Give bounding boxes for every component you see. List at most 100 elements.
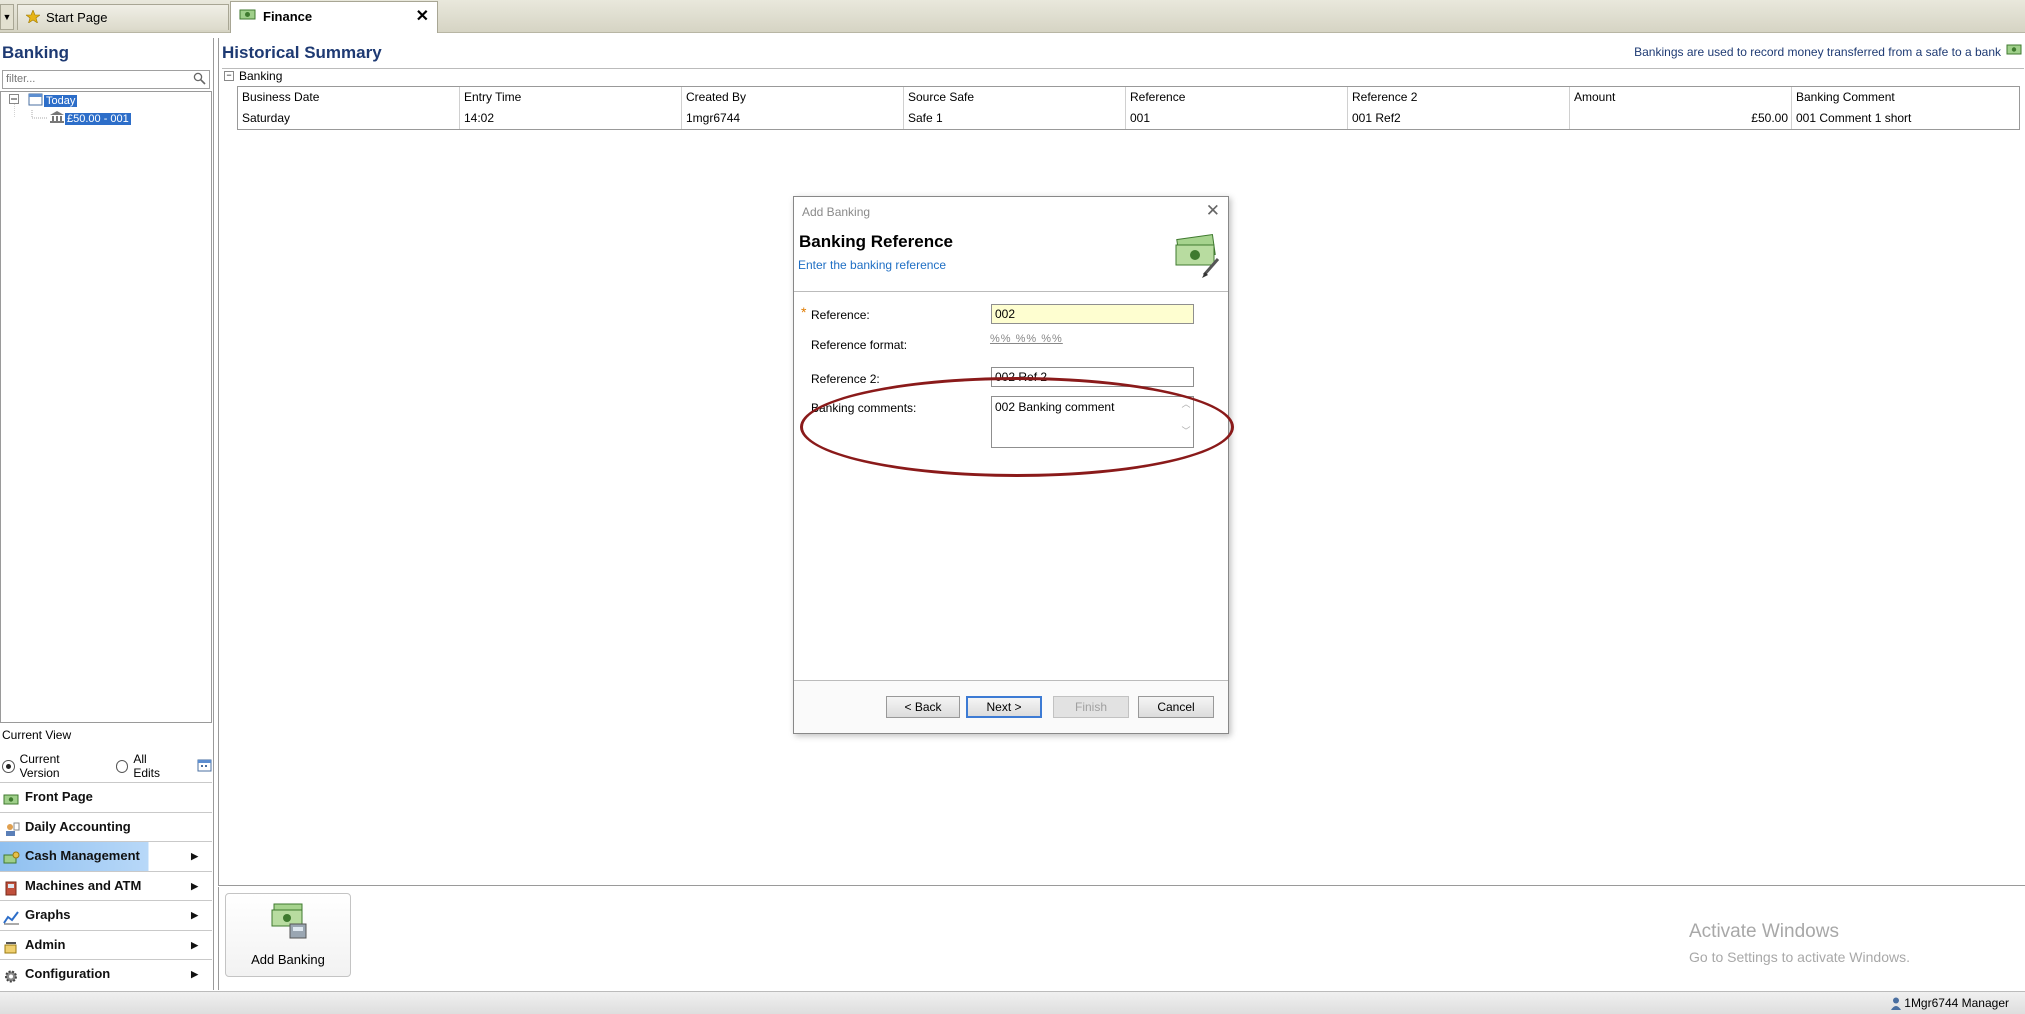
- required-indicator: *: [801, 304, 807, 320]
- view-radio-group: Current Version All Edits: [2, 752, 213, 780]
- dialog-close-icon[interactable]: ✕: [1206, 201, 1220, 221]
- filter-input[interactable]: filter...: [2, 70, 210, 89]
- collapse-icon[interactable]: −: [224, 71, 234, 81]
- table-row[interactable]: Saturday 14:02 1mgr6744 Safe 1 001 001 R…: [238, 108, 2019, 129]
- cell-source-safe: Safe 1: [904, 108, 1126, 129]
- banking-comments-label: Banking comments:: [811, 401, 917, 415]
- cell-banking-comment: 001 Comment 1 short: [1796, 111, 1912, 125]
- action-ribbon: Add Banking Activate Windows Go to Setti…: [218, 887, 2025, 990]
- add-banking-button[interactable]: Add Banking: [225, 893, 351, 977]
- back-button[interactable]: < Back: [886, 696, 960, 718]
- dialog-header: Banking Reference Enter the banking refe…: [794, 227, 1228, 292]
- atm-icon: [3, 878, 20, 895]
- nav-daily-accounting[interactable]: Daily Accounting: [0, 811, 212, 842]
- column-header[interactable]: Entry Time: [460, 87, 682, 108]
- nav-admin[interactable]: Admin ▶: [0, 929, 212, 960]
- dialog-heading: Banking Reference: [799, 232, 953, 251]
- add-banking-label: Add Banking: [251, 952, 325, 967]
- column-header[interactable]: Reference 2: [1348, 87, 1570, 108]
- column-header[interactable]: Created By: [682, 87, 904, 108]
- daily-accounting-icon: [3, 819, 20, 836]
- chevron-right-icon: ▶: [191, 939, 198, 950]
- user-icon: [1891, 997, 1902, 1011]
- scroll-up-icon[interactable]: ︿: [1179, 397, 1193, 410]
- scroll-down-icon[interactable]: ﹀: [1179, 424, 1193, 437]
- chevron-right-icon: ▶: [191, 910, 198, 920]
- nav-front-page[interactable]: Front Page: [0, 782, 212, 812]
- nav-label: Daily Accounting: [25, 818, 131, 834]
- tab-close-icon[interactable]: ✕: [416, 2, 429, 32]
- tree-node-banking-entry[interactable]: £50.00 - 001: [49, 110, 131, 126]
- textarea-scrollbar[interactable]: ︿ ﹀: [1179, 397, 1193, 447]
- cash-management-icon: [3, 848, 20, 864]
- dialog-title: Add Banking: [802, 205, 871, 219]
- nav-label: Machines and ATM: [25, 877, 142, 893]
- status-bar: 1Mgr6744 Manager: [0, 991, 2025, 1014]
- nav-graphs[interactable]: Graphs ▶: [0, 900, 212, 930]
- reference-format-link[interactable]: %% %% %%: [990, 333, 1063, 345]
- watermark-line-1: Activate Windows: [1689, 921, 1839, 942]
- cell-entry-time: 14:02: [460, 108, 682, 129]
- left-panel-title: Banking: [2, 43, 70, 62]
- admin-icon: [3, 937, 20, 953]
- column-header[interactable]: Reference: [1126, 87, 1348, 108]
- filter-placeholder: filter...: [6, 73, 36, 85]
- tab-start-page-label: Start Page: [46, 10, 108, 25]
- search-icon[interactable]: [193, 72, 206, 85]
- nav-label: Admin: [25, 936, 66, 952]
- help-hint-text: Bankings are used to record money transf…: [1634, 45, 2001, 59]
- radio-current-version[interactable]: [2, 759, 15, 773]
- tab-finance[interactable]: Finance ✕: [230, 1, 438, 33]
- add-banking-dialog: Add Banking ✕ Banking Reference Enter th…: [793, 196, 1229, 734]
- left-panel: Banking filter... Today £50.00 - 001 Cur…: [0, 38, 214, 990]
- chevron-right-icon: ▶: [191, 880, 198, 891]
- nav-configuration[interactable]: Configuration ▶: [0, 959, 212, 989]
- nav-cash-management[interactable]: Cash Management ▶: [0, 841, 212, 871]
- money-icon: [2006, 43, 2023, 57]
- radio-current-version-label: Current Version: [19, 752, 60, 780]
- reference-2-label: Reference 2:: [811, 372, 880, 386]
- group-header-label: Banking: [239, 69, 283, 83]
- radio-all-edits-label: All Edits: [133, 752, 160, 780]
- reference-format-label: Reference format:: [811, 338, 908, 352]
- column-header[interactable]: Source Safe: [904, 87, 1126, 108]
- chevron-right-icon: ▶: [191, 969, 198, 979]
- cell-reference: 001: [1126, 108, 1348, 129]
- calendar-picker-icon[interactable]: [197, 758, 213, 775]
- gear-icon: [3, 966, 20, 983]
- chevron-right-icon: ▶: [191, 851, 198, 861]
- current-view-label: Current View: [2, 728, 72, 742]
- column-header[interactable]: Amount: [1570, 87, 1792, 108]
- activate-windows-watermark: Activate Windows Go to Settings to activ…: [1689, 921, 1910, 965]
- reference-2-input[interactable]: 002 Ref 2: [991, 367, 1194, 387]
- banking-comments-value: 002 Banking comment: [995, 400, 1115, 414]
- add-banking-icon: [270, 900, 310, 940]
- group-header-banking[interactable]: − Banking: [222, 68, 2024, 84]
- status-user-label: 1Mgr6744 Manager: [1904, 996, 2009, 1010]
- nav-label: Cash Management: [25, 848, 140, 863]
- tab-finance-label: Finance: [263, 9, 313, 24]
- finish-button[interactable]: Finish: [1053, 696, 1129, 718]
- reference-input[interactable]: 002: [991, 304, 1194, 324]
- banking-comments-textarea[interactable]: 002 Banking comment ︿ ﹀: [991, 396, 1194, 448]
- radio-all-edits[interactable]: [115, 759, 129, 773]
- document-tab-bar: ▼ Start Page Finance ✕: [0, 0, 2025, 33]
- banking-grid: Business Date Entry Time Created By Sour…: [237, 86, 2020, 130]
- column-header[interactable]: Banking Comment: [1792, 87, 2019, 108]
- status-user: 1Mgr6744 Manager: [1891, 996, 2009, 1011]
- graphs-icon: [3, 907, 20, 925]
- front-page-icon: [3, 789, 20, 805]
- tab-list-dropdown-button[interactable]: ▼: [0, 4, 14, 30]
- column-header[interactable]: Business Date: [238, 87, 460, 108]
- reference-label: Reference:: [811, 308, 870, 322]
- banking-tree: Today £50.00 - 001: [0, 91, 212, 723]
- nav-label: Configuration: [25, 966, 111, 981]
- cell-reference-2: 001 Ref2: [1348, 108, 1570, 129]
- nav-machines-and-atm[interactable]: Machines and ATM ▶: [0, 870, 212, 901]
- cell-business-date: Saturday: [238, 108, 460, 129]
- cancel-button[interactable]: Cancel: [1138, 696, 1214, 718]
- money-icon: [239, 3, 257, 33]
- next-button[interactable]: Next >: [966, 696, 1042, 718]
- watermark-line-2: Go to Settings to activate Windows.: [1689, 949, 1910, 965]
- tab-start-page[interactable]: Start Page: [17, 4, 229, 30]
